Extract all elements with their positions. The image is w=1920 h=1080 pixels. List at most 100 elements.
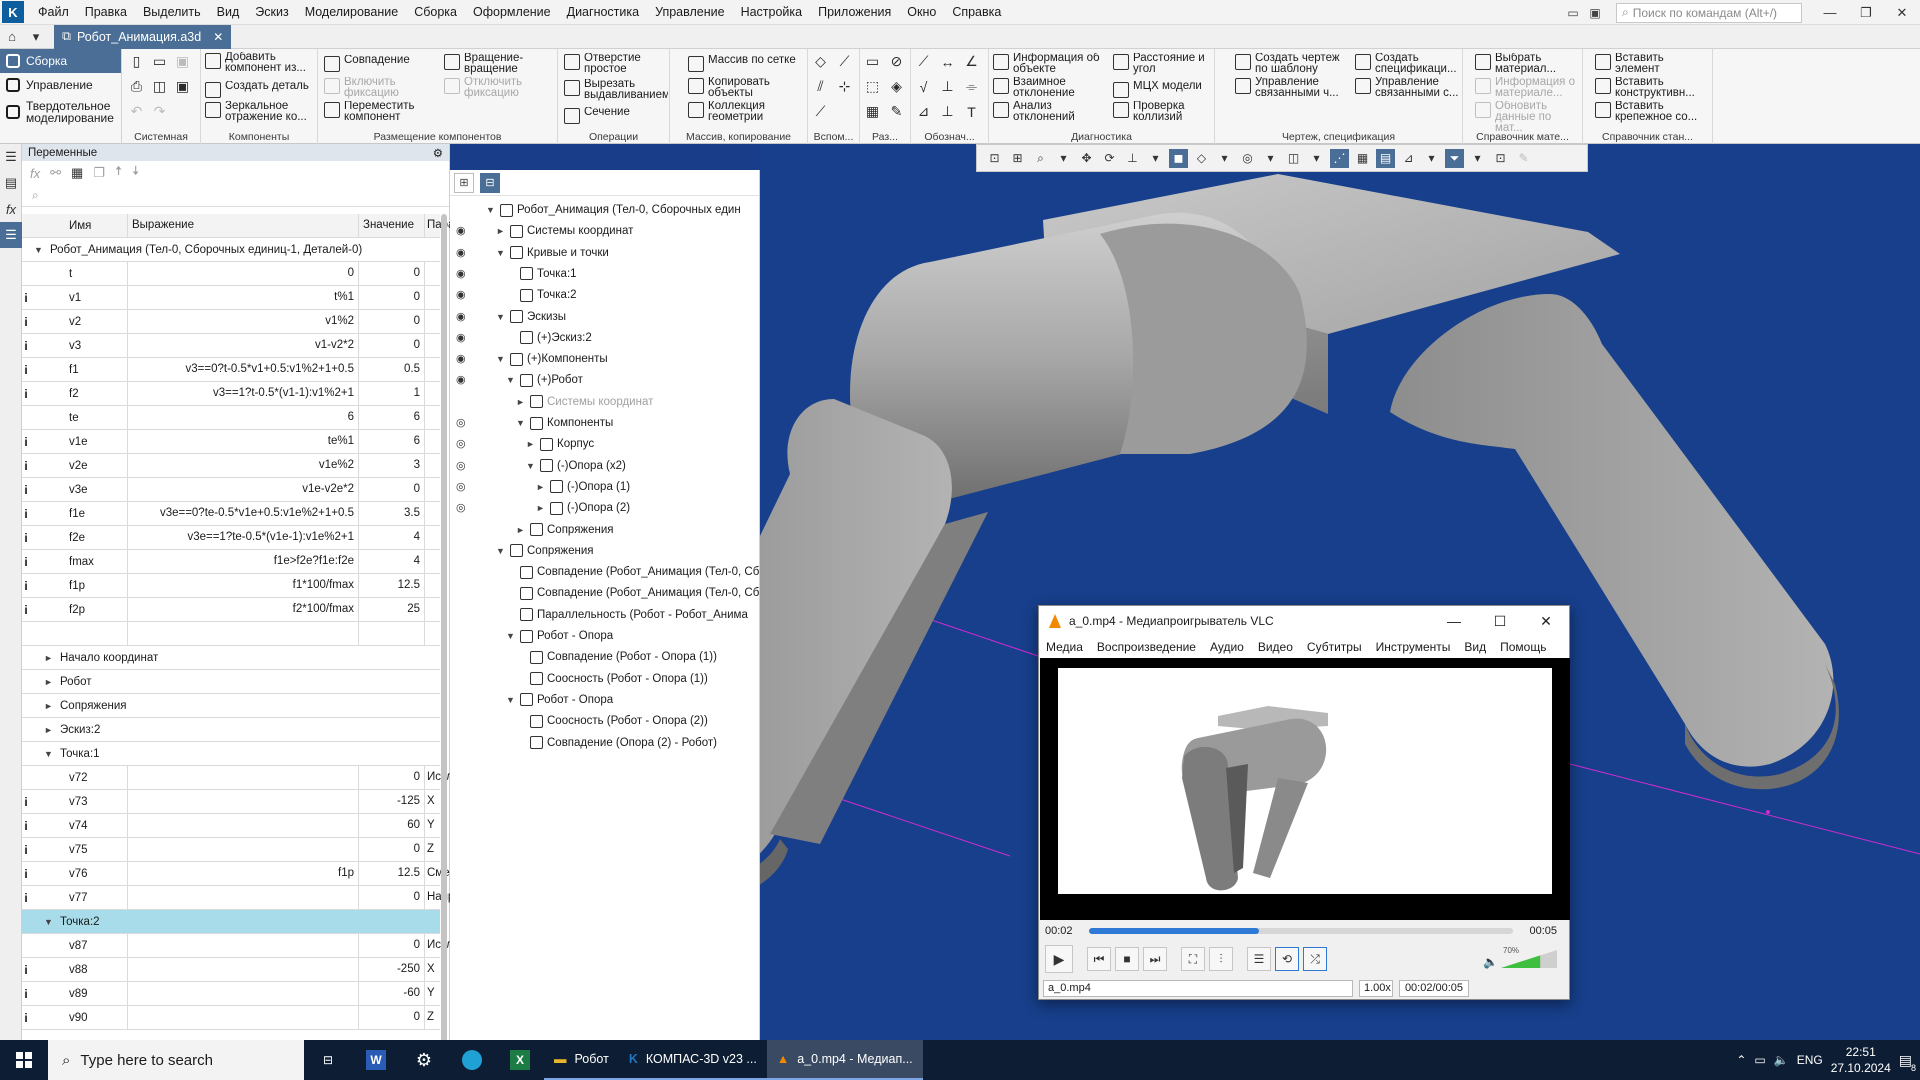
- tree-node[interactable]: ▼ Эскизы: [496, 307, 566, 327]
- var-value-cell[interactable]: 3.5: [359, 501, 425, 526]
- simple-hole-button[interactable]: Отверстие простое: [564, 53, 668, 75]
- visibility-eye-icon[interactable]: ◎: [456, 501, 466, 514]
- vlc-menu-item[interactable]: Видео: [1251, 640, 1300, 654]
- taskbar-search-box[interactable]: ⌕ Type here to search: [48, 1040, 304, 1080]
- layout-icon[interactable]: ▭: [1562, 4, 1584, 22]
- filter-icon[interactable]: ⏷: [1445, 148, 1464, 168]
- visibility-eye-icon[interactable]: ◉: [456, 267, 466, 280]
- copy-objects-button[interactable]: Копировать объекты: [688, 77, 806, 99]
- text-icon[interactable]: T: [963, 103, 980, 120]
- snap-icon[interactable]: ⋰: [1330, 148, 1349, 168]
- tree-node[interactable]: Соосность (Робот - Опора (2)): [516, 711, 708, 731]
- menu-item[interactable]: Диагностика: [559, 0, 647, 25]
- open-document-icon[interactable]: ▭: [151, 53, 168, 70]
- vlc-close-button[interactable]: ✕: [1523, 606, 1569, 636]
- mode-management[interactable]: Управление: [0, 73, 121, 97]
- tray-overflow-icon[interactable]: ⌃: [1736, 1053, 1746, 1067]
- var-expression-cell[interactable]: [127, 885, 359, 910]
- tree-arrow-icon[interactable]: ►: [516, 397, 526, 407]
- tree-node[interactable]: Совпадение (Робот_Анимация (Тел-0, Сб: [506, 583, 759, 603]
- word-app-icon[interactable]: W: [352, 1040, 400, 1080]
- var-name-cell[interactable]: f1p: [30, 580, 129, 592]
- menu-item[interactable]: Справка: [944, 0, 1009, 25]
- tree-node[interactable]: ► Корпус: [526, 434, 594, 454]
- aux-line-icon[interactable]: ⟋: [812, 103, 829, 120]
- var-expression-cell[interactable]: 6: [127, 405, 359, 430]
- dropdown-icon[interactable]: ▾: [1146, 149, 1165, 168]
- point1-group-row[interactable]: ▼ Точка:1: [22, 742, 440, 766]
- link-icon[interactable]: ⚯: [50, 165, 61, 181]
- update-material-button[interactable]: Обновить данные по мат...: [1475, 101, 1581, 134]
- tree-arrow-icon[interactable]: ▼: [506, 375, 516, 385]
- visibility-eye-icon[interactable]: ◉: [456, 224, 466, 237]
- tree-node[interactable]: Совпадение (Опора (2) - Робот): [516, 733, 717, 753]
- tree-node[interactable]: ▼ Робот - Опора: [506, 690, 613, 710]
- vlc-menu-item[interactable]: Субтитры: [1300, 640, 1369, 654]
- tree-node[interactable]: Совпадение (Робот - Опора (1)): [516, 647, 717, 667]
- var-expression-cell[interactable]: [127, 957, 359, 982]
- loop-icon[interactable]: ⟲: [1275, 947, 1299, 971]
- vlc-maximize-button[interactable]: ☐: [1477, 606, 1523, 636]
- section-button[interactable]: Сечение: [564, 107, 668, 124]
- leader-icon[interactable]: ⟋: [915, 53, 932, 70]
- var-name-cell[interactable]: v89: [30, 988, 129, 1000]
- table-row[interactable]: i v3 v1-v2*2 0: [22, 333, 440, 358]
- var-name-cell[interactable]: v75: [30, 844, 129, 856]
- var-name-cell[interactable]: v2: [30, 316, 129, 328]
- column-header-expression[interactable]: Выражение: [127, 213, 359, 238]
- var-name-cell[interactable]: v90: [30, 1012, 129, 1024]
- taskbar-task[interactable]: ▲ a_0.mp4 - Медиап...: [766, 1040, 923, 1080]
- table-row[interactable]: i v89 -60 Y: [22, 981, 440, 1006]
- disable-fix-button[interactable]: Отключить фиксацию: [444, 77, 554, 99]
- var-value-cell[interactable]: 12.5: [359, 861, 425, 886]
- model-tree-icon[interactable]: ☰: [0, 144, 22, 170]
- cube-icon[interactable]: ⬚: [864, 78, 881, 95]
- close-button[interactable]: ✕: [1884, 0, 1920, 25]
- var-name-cell[interactable]: f2: [30, 388, 129, 400]
- zoom-window-icon[interactable]: ⊞: [1008, 149, 1027, 168]
- var-expression-cell[interactable]: f2*100/fmax: [127, 597, 359, 622]
- grid-view-icon[interactable]: ▦: [1353, 149, 1372, 168]
- var-name-cell[interactable]: v72: [30, 772, 129, 784]
- tree-node[interactable]: ▼ Робот_Анимация (Тел-0, Сборочных един: [486, 200, 741, 220]
- var-name-cell[interactable]: f1e: [30, 508, 129, 520]
- choose-material-button[interactable]: Выбрать материал...: [1475, 53, 1581, 75]
- var-value-cell[interactable]: -125: [359, 789, 425, 814]
- tree-arrow-icon[interactable]: ▼: [496, 354, 506, 364]
- dimension-icon[interactable]: ↔: [939, 53, 956, 70]
- plane-icon[interactable]: ◇: [812, 53, 829, 70]
- orientation-icon[interactable]: ⊥: [1123, 149, 1142, 168]
- save-icon[interactable]: ▣: [174, 53, 191, 70]
- mcc-model-button[interactable]: МЦХ модели: [1113, 81, 1213, 98]
- dropdown-icon[interactable]: ▾: [1261, 149, 1280, 168]
- var-value-cell[interactable]: 4: [359, 525, 425, 550]
- dropdown-icon[interactable]: ▾: [1307, 149, 1326, 168]
- add-component-button[interactable]: Добавить компонент из...: [205, 52, 315, 74]
- dropdown-icon[interactable]: ▾: [1054, 149, 1073, 168]
- var-value-cell[interactable]: 25: [359, 597, 425, 622]
- tree-node[interactable]: ▼ Робот - Опора: [506, 626, 613, 646]
- tab-list-dropdown-icon[interactable]: ▾: [24, 27, 48, 47]
- enable-fix-button[interactable]: Включить фиксацию: [324, 77, 434, 99]
- tree-node[interactable]: ▼ (+)Компоненты: [496, 349, 608, 369]
- fullscreen-icon[interactable]: ⛶: [1181, 947, 1205, 971]
- visibility-eye-icon[interactable]: ◉: [456, 373, 466, 386]
- vlc-titlebar[interactable]: a_0.mp4 - Медиапроигрыватель VLC — ☐ ✕: [1039, 606, 1569, 636]
- point2-group-row[interactable]: ▼ Точка:2: [22, 910, 440, 934]
- tree-arrow-icon[interactable]: ▼: [526, 461, 536, 471]
- move-up-icon[interactable]: 🠅: [115, 162, 122, 184]
- var-value-cell[interactable]: 0.5: [359, 357, 425, 382]
- var-value-cell[interactable]: 0: [359, 285, 425, 310]
- var-expression-cell[interactable]: v3==1?t-0.5*(v1-1):v1%2+1: [127, 381, 359, 406]
- var-name-cell[interactable]: v76: [30, 868, 129, 880]
- variable-group-row[interactable]: ► Робот: [22, 670, 440, 694]
- visibility-eye-icon[interactable]: ◎: [456, 416, 466, 429]
- seek-slider[interactable]: [1089, 928, 1513, 934]
- edit-icon[interactable]: ✎: [888, 103, 905, 120]
- tree-node[interactable]: Параллельность (Робот - Робот_Анима: [506, 605, 748, 625]
- angle-icon[interactable]: ∠: [963, 53, 980, 70]
- visibility-eye-icon[interactable]: ◉: [456, 288, 466, 301]
- var-value-cell[interactable]: 0: [359, 309, 425, 334]
- table-row[interactable]: i v3e v1e-v2e*2 0: [22, 477, 440, 502]
- save-all-icon[interactable]: ▣: [174, 78, 191, 95]
